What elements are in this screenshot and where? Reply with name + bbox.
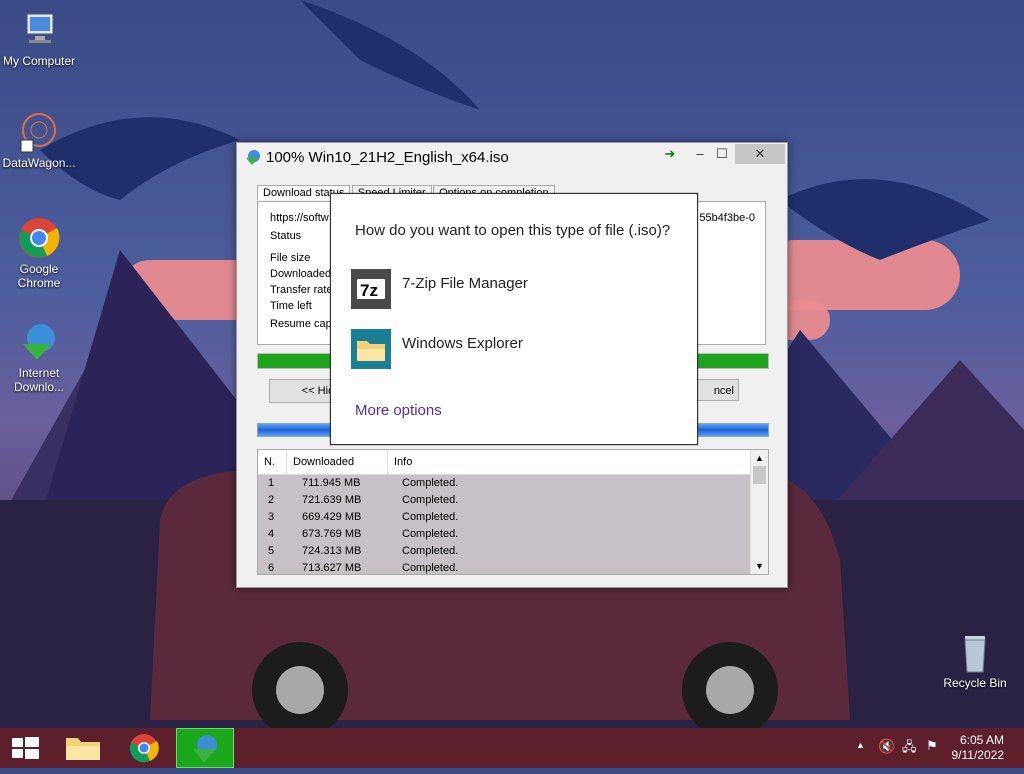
window-title: 100% Win10_21H2_English_x64.iso (266, 149, 509, 166)
open-with-dialog: How do you want to open this type of fil… (330, 193, 698, 445)
table-header: N. Downloaded Info (258, 450, 768, 475)
datawagon-icon (17, 110, 61, 154)
row-number: 2 (268, 494, 275, 506)
option-label: Windows Explorer (402, 335, 523, 352)
chrome-icon (129, 734, 159, 763)
close-button[interactable]: ✕ (735, 144, 785, 164)
table-row[interactable]: 3 669.429 MB Completed. (258, 509, 768, 526)
time-left-label: Time left (270, 300, 312, 312)
show-hidden-icons-icon[interactable]: ▲ (856, 740, 865, 750)
windows-logo-icon (12, 737, 39, 759)
idm-icon (193, 735, 217, 763)
taskbar-internet-download-manager[interactable] (176, 728, 234, 768)
desktop-icon-google-chrome[interactable]: Google Chrome (0, 216, 78, 290)
scroll-up-icon[interactable]: ▲ (751, 450, 768, 466)
option-label: 7-Zip File Manager (402, 275, 528, 292)
status-label: Status (270, 230, 302, 242)
svg-text:7z: 7z (360, 281, 378, 300)
desktop-icon-label: Google Chrome (17, 262, 61, 290)
resume-capability-label: Resume capa (270, 318, 338, 330)
option-windows-explorer[interactable]: Windows Explorer (351, 329, 671, 371)
column-header-info[interactable]: Info (388, 450, 694, 474)
row-downloaded: 673.769 MB (302, 528, 362, 540)
table-row[interactable]: 1 711.945 MB Completed. (258, 475, 768, 492)
row-number: 5 (268, 545, 275, 557)
row-info: Completed. (402, 494, 459, 506)
desktop-icon-label: Recycle Bin (943, 676, 1007, 690)
table-row[interactable]: 5 724.313 MB Completed. (258, 543, 768, 560)
desktop-icon-recycle-bin[interactable]: Recycle Bin (936, 630, 1014, 690)
scroll-down-icon[interactable]: ▼ (751, 558, 768, 574)
desktop-icon-label: DataWagon... (2, 156, 76, 170)
download-url-tail: 55b4f3be-0 (699, 212, 755, 224)
scroll-thumb[interactable] (753, 466, 766, 484)
row-info: Completed. (402, 477, 459, 489)
computer-icon (17, 8, 61, 52)
row-downloaded: 669.429 MB (302, 511, 362, 523)
idm-icon (245, 149, 261, 165)
table-row[interactable]: 6 713.627 MB Completed. (258, 560, 768, 574)
action-center-icon[interactable]: ⚑ (926, 738, 938, 754)
desktop-icon-my-computer[interactable]: My Computer (0, 8, 78, 68)
row-downloaded: 711.945 MB (302, 477, 361, 489)
7zip-icon: 7z (351, 269, 391, 309)
dialog-question: How do you want to open this type of fil… (355, 222, 671, 239)
row-number: 4 (268, 528, 275, 540)
download-url: https://softw (270, 212, 329, 224)
chrome-icon (17, 216, 61, 260)
row-downloaded: 721.639 MB (302, 494, 362, 506)
folder-icon (66, 738, 100, 760)
taskbar: ▲ 🔇 🖧 ⚑ 6:05 AM 9/11/2022 (0, 728, 1024, 768)
downloaded-label: Downloaded (270, 268, 332, 280)
row-number: 6 (268, 562, 275, 574)
recycle-bin-icon (953, 630, 997, 674)
row-info: Completed. (402, 511, 459, 523)
row-number: 3 (268, 511, 275, 523)
table-row[interactable]: 4 673.769 MB Completed. (258, 526, 768, 543)
row-number: 1 (268, 477, 275, 489)
network-icon[interactable]: 🖧 (902, 738, 917, 760)
desktop-icon-label: Internet Downlo... (13, 366, 65, 394)
idm-icon (17, 320, 61, 364)
row-downloaded: 713.627 MB (302, 562, 362, 574)
clock-date: 9/11/2022 (951, 748, 1005, 762)
desktop-icon-internet-download-manager[interactable]: Internet Downlo... (0, 320, 78, 394)
table-scrollbar[interactable]: ▲ ▼ (750, 450, 768, 574)
taskbar-chrome[interactable] (116, 728, 172, 768)
more-options-link[interactable]: More options (355, 402, 442, 419)
window-titlebar[interactable]: 100% Win10_21H2_English_x64.iso ➜ – ☐ ✕ (237, 143, 787, 171)
taskbar-file-explorer[interactable] (56, 728, 112, 768)
clock-time: 6:05 AM (959, 733, 1004, 747)
volume-muted-icon[interactable]: 🔇 (878, 738, 895, 755)
row-info: Completed. (402, 562, 459, 574)
column-header-downloaded[interactable]: Downloaded (287, 450, 388, 474)
desktop-icon-label: My Computer (2, 54, 76, 68)
connections-table: N. Downloaded Info 1 711.945 MB Complete… (257, 449, 769, 575)
system-tray: ▲ 🔇 🖧 ⚑ 6:05 AM 9/11/2022 (844, 728, 1024, 768)
maximize-button[interactable]: ☐ (707, 144, 737, 164)
desktop-icon-datawagon[interactable]: DataWagon... (0, 110, 78, 170)
start-button[interactable] (0, 728, 56, 768)
row-info: Completed. (402, 545, 459, 557)
pin-icon[interactable]: ➜ (655, 144, 685, 164)
row-downloaded: 724.313 MB (302, 545, 362, 557)
option-7zip-file-manager[interactable]: 7z 7-Zip File Manager (351, 269, 671, 311)
column-header-n[interactable]: N. (258, 450, 287, 474)
transfer-rate-label: Transfer rate (270, 284, 333, 296)
explorer-folder-icon (351, 329, 391, 369)
clock[interactable]: 6:05 AM 9/11/2022 (952, 733, 1005, 763)
file-size-label: File size (270, 252, 311, 264)
table-row[interactable]: 2 721.639 MB Completed. (258, 492, 768, 509)
row-info: Completed. (402, 528, 459, 540)
